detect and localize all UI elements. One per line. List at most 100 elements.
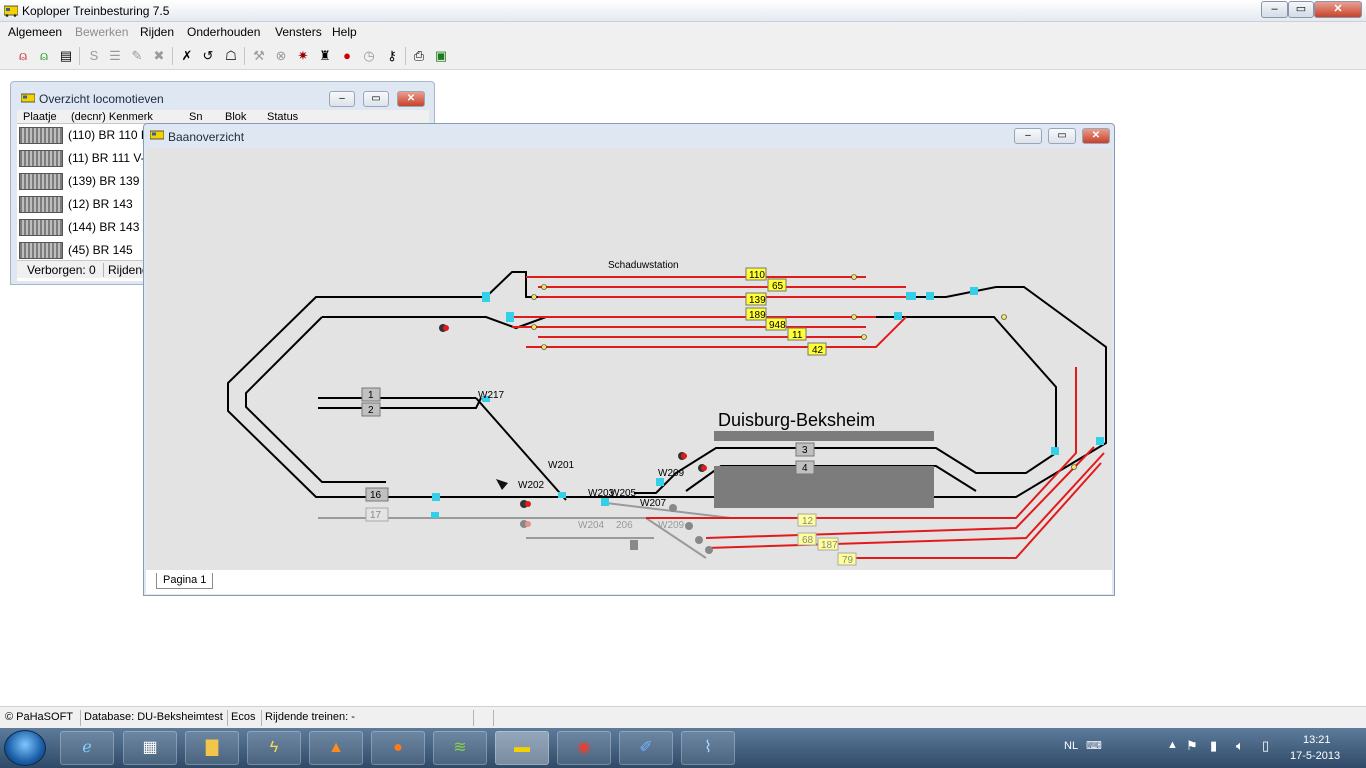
signal-strength-icon[interactable]: ▮ [1210,738,1217,754]
switch-labels: W217 W201 W202 W209 W203 W205 W207 W204 … [478,390,685,531]
chrome-icon[interactable]: ◉ [557,731,611,765]
col-sn[interactable]: Sn [189,111,202,123]
loco-name: (144) BR 143 M [68,220,153,234]
print-icon[interactable]: ⎙ [410,47,428,65]
toolbar-separator [172,47,173,65]
route-icon[interactable]: ✗ [178,47,196,65]
stack-icon[interactable]: ☰ [106,47,124,65]
col-blok[interactable]: Blok [225,111,246,123]
svg-text:2: 2 [368,405,374,416]
close-button[interactable]: ✕ [1314,1,1362,18]
status-empty [493,710,1366,726]
status-company: © PaHaSOFT [5,711,74,723]
battery-icon[interactable]: ▯ [1262,738,1269,754]
menu-vensters[interactable]: Vensters [275,25,322,39]
shadow-block-labels[interactable]: 110 65 139 189 948 11 42 [745,267,827,356]
clock-date[interactable]: 17-5-2013 [1290,750,1340,762]
svg-text:79: 79 [842,555,854,566]
signal-red-icon[interactable]: ⍝ [14,47,32,65]
toolbar-separator [79,47,80,65]
lower-block-labels[interactable]: 12 68 187 79 [797,513,857,566]
menu-rijden[interactable]: Rijden [140,25,174,39]
flag-icon[interactable]: ⚑ [1186,738,1198,754]
col-plaatje[interactable]: Plaatje [23,111,57,123]
stop-icon[interactable]: ● [338,47,356,65]
koploper-icon[interactable]: ▬ [495,731,549,765]
firefox-icon[interactable]: ● [371,731,425,765]
curve-icon[interactable]: ↺ [199,47,217,65]
s-icon[interactable]: S [85,47,103,65]
no-entry-icon[interactable]: ⊗ [272,47,290,65]
winamp-icon[interactable]: ϟ [247,731,301,765]
svg-text:206: 206 [616,520,633,531]
tray-expand-icon[interactable]: ▲ [1167,739,1178,751]
layout-minimize-button[interactable]: – [1014,128,1042,144]
col-status[interactable]: Status [267,111,298,123]
track-return-red[interactable] [646,367,1105,559]
svg-text:W202: W202 [518,480,545,491]
clock-time[interactable]: 13:21 [1303,734,1331,746]
sound-icon[interactable]: ✷ [294,47,312,65]
track-shadow-7[interactable] [526,316,907,348]
track-layout-canvas[interactable]: Duisburg-Beksheim Schaduwstation 110 65 … [146,148,1112,570]
loco-close-button[interactable]: ✕ [397,91,425,107]
layout-close-button[interactable]: ✕ [1082,128,1110,144]
loco-maximize-button[interactable]: ▭ [363,91,389,107]
status-bar: © PaHaSOFT Database: DU-Beksheimtest Eco… [0,706,1366,728]
menu-bewerken[interactable]: Bewerken [75,25,128,39]
svg-text:68: 68 [802,535,814,546]
toolbar-separator [405,47,406,65]
start-button[interactable] [4,730,46,766]
svg-text:W209: W209 [658,520,685,531]
loco-minimize-button[interactable]: – [329,91,355,107]
contacts-icon[interactable]: ▦ [123,731,177,765]
clock-icon[interactable]: ◷ [360,47,378,65]
status-database: Database: DU-Beksheimtest [80,710,226,726]
menu-onderhouden[interactable]: Onderhouden [187,25,260,39]
minimize-button[interactable]: – [1261,1,1288,18]
layout-maximize-button[interactable]: ▭ [1048,128,1076,144]
train-app-icon [150,130,164,140]
signal-green-icon[interactable]: ⍝ [35,47,53,65]
loco-name: (12) BR 143 [68,197,133,211]
toolbar-separator [244,47,245,65]
station-shadow-label: Schaduwstation [608,260,679,271]
internet-explorer-icon[interactable]: ℯ [60,731,114,765]
svg-text:W207: W207 [640,498,667,509]
folder-icon[interactable]: ▇ [185,731,239,765]
svg-text:948: 948 [769,320,786,331]
col-kenmerk[interactable]: (decnr) Kenmerk [71,111,153,123]
key-icon[interactable]: ⚷ [383,47,401,65]
layout-overview-window: Baanoverzicht – ▭ ✕ Duisburg-Beksheim Sc… [143,123,1115,596]
delete-icon[interactable]: ✖ [150,47,168,65]
block-icon[interactable]: ▤ [57,47,75,65]
volume-icon[interactable]: 🔈︎ [1236,738,1244,754]
menu-algemeen[interactable]: Algemeen [8,25,62,39]
keyboard-icon[interactable]: ⌨ [1086,739,1102,752]
locomotive-icon[interactable]: ♜ [316,47,334,65]
track-outer-loop[interactable] [227,271,1107,498]
svg-text:W209: W209 [658,468,685,479]
track-diagram[interactable]: Duisburg-Beksheim Schaduwstation 110 65 … [146,148,1112,570]
edit-icon[interactable]: ✎ [128,47,146,65]
status-trains: Rijdende treinen: - [261,710,471,726]
svg-text:139: 139 [749,295,766,306]
svg-text:187: 187 [821,540,838,551]
status-empty [473,710,491,726]
status-system: Ecos [227,710,258,726]
svg-text:W217: W217 [478,390,505,401]
station-main-label: Duisburg-Beksheim [718,410,875,430]
tab-pagina-1[interactable]: Pagina 1 [156,573,214,589]
menu-help[interactable]: Help [332,25,357,39]
excel-icon[interactable]: ▣ [432,47,450,65]
paint-icon[interactable]: ✐ [619,731,673,765]
windows-taskbar: ℯ ▦ ▇ ϟ ▲ ● ≋ ▬ ◉ ✐ ⌇ NL ⌨ ▲ ⚑ ▮ 🔈︎ ▯ 13… [0,728,1366,768]
vlc-icon[interactable]: ▲ [309,731,363,765]
network-icon[interactable]: ⌇ [681,731,735,765]
language-indicator[interactable]: NL [1064,740,1078,752]
spotify-icon[interactable]: ≋ [433,731,487,765]
ghost-icon[interactable]: ☖ [222,47,240,65]
wrench-icon[interactable]: ⚒ [250,47,268,65]
maximize-button[interactable]: ▭ [1288,1,1314,18]
hidden-count: Verborgen: 0 [27,263,96,277]
